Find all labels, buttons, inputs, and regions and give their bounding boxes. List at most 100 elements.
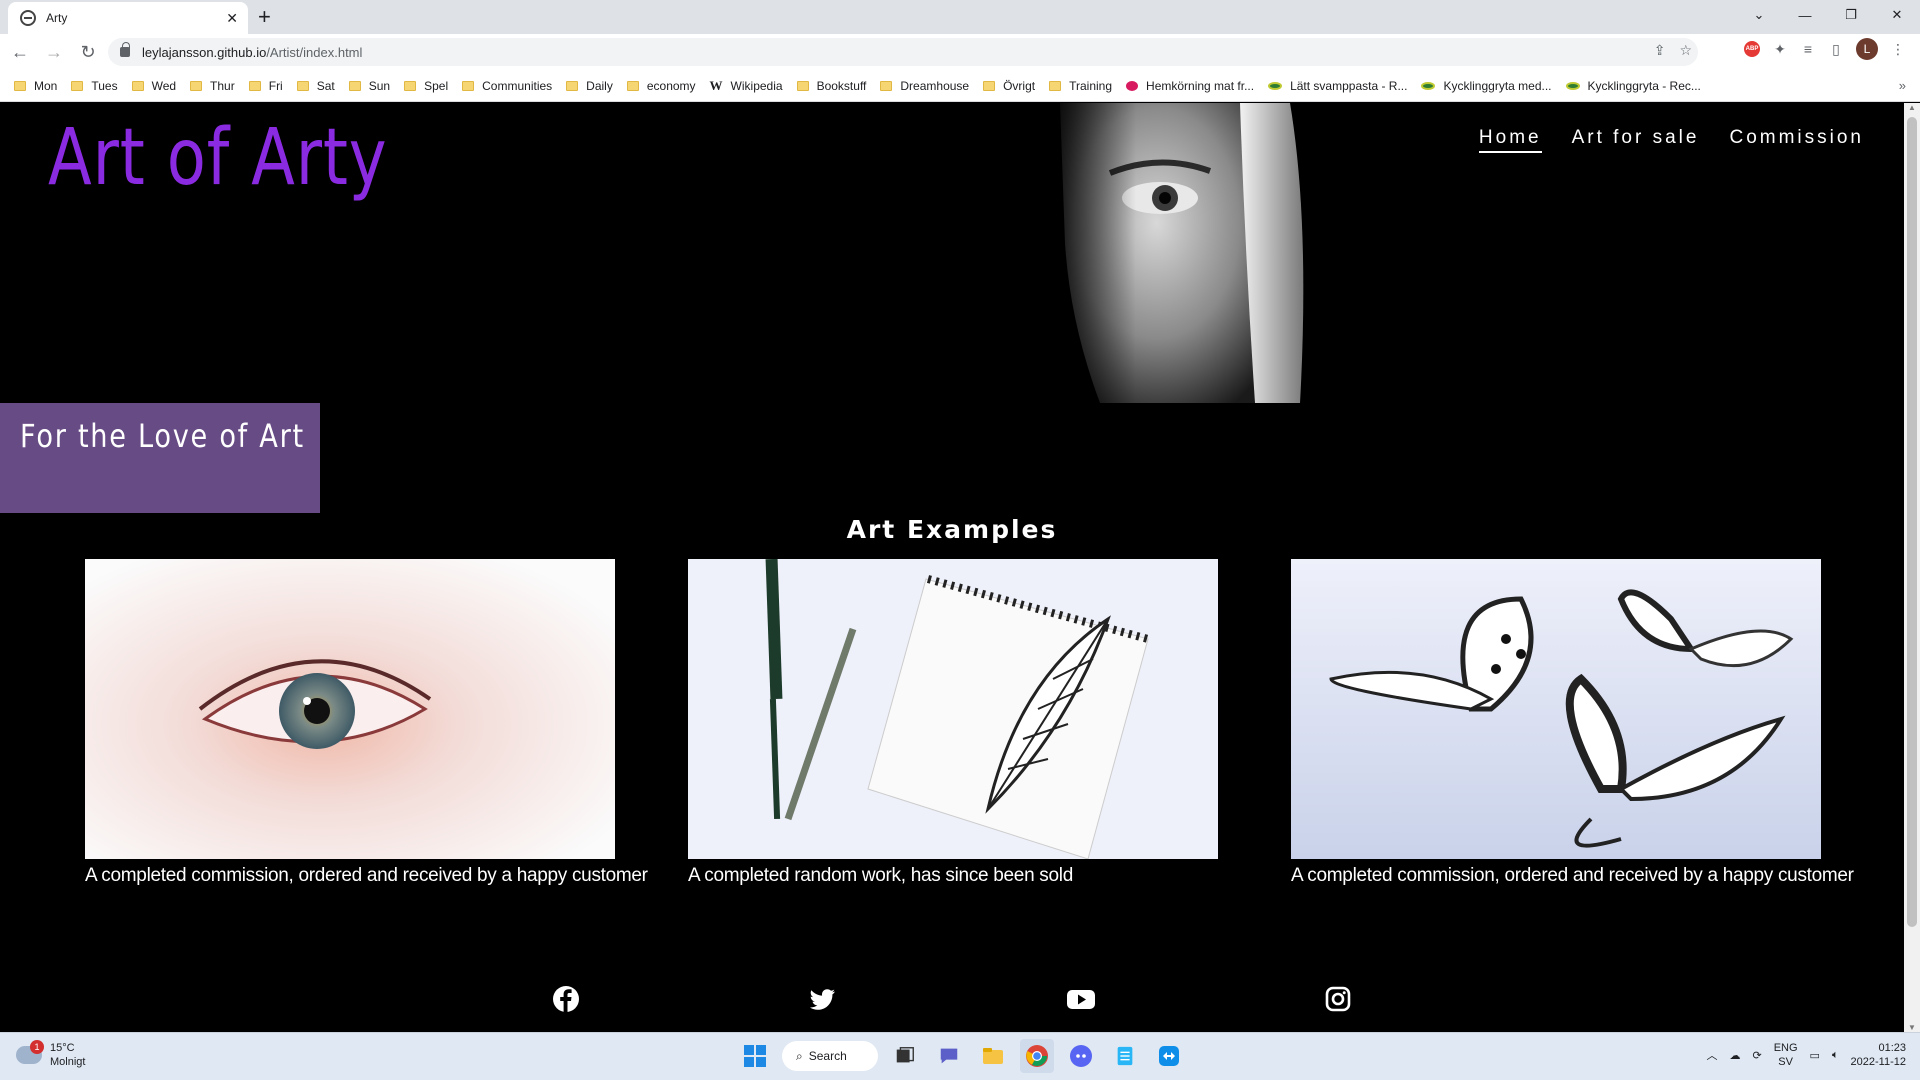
- youtube-icon[interactable]: [1067, 986, 1095, 1012]
- task-view-icon[interactable]: [888, 1039, 922, 1073]
- new-tab-button[interactable]: +: [258, 4, 271, 30]
- scroll-thumb[interactable]: [1907, 117, 1917, 927]
- volume-icon[interactable]: 🔈︎: [1832, 1049, 1839, 1062]
- bookmark-item[interactable]: Dreamhouse: [880, 79, 969, 93]
- feather-sketch-image: [688, 559, 1218, 859]
- discord-icon[interactable]: [1064, 1039, 1098, 1073]
- network-icon[interactable]: ▭: [1810, 1049, 1820, 1062]
- folder-icon: [190, 80, 203, 91]
- facebook-icon[interactable]: [553, 986, 579, 1012]
- windows-start-icon[interactable]: [738, 1039, 772, 1073]
- bookmark-item[interactable]: Thur: [190, 79, 235, 93]
- minimize-button[interactable]: —: [1782, 0, 1828, 30]
- scroll-up-arrow-icon[interactable]: ▲: [1908, 103, 1916, 112]
- bookmark-label: Thur: [210, 78, 235, 93]
- bookmark-item[interactable]: Tues: [71, 78, 118, 93]
- butterflies-image: [1291, 559, 1821, 859]
- extensions-puzzle-icon[interactable]: ✦: [1772, 41, 1788, 57]
- address-bar-actions: ⇪ ☆: [1654, 42, 1692, 59]
- extension-area: ABP ✦ ≡ ▯ L ⋮: [1744, 38, 1906, 60]
- close-window-button[interactable]: ✕: [1874, 0, 1920, 30]
- instagram-icon[interactable]: [1325, 986, 1351, 1012]
- show-hidden-icons-chevron-icon[interactable]: ︿: [1706, 1047, 1717, 1063]
- close-tab-icon[interactable]: ✕: [226, 10, 238, 27]
- media-queue-icon[interactable]: ≡: [1800, 41, 1816, 57]
- bookmark-item[interactable]: Sun: [348, 79, 390, 93]
- bookmark-item[interactable]: Kycklinggryta - Rec...: [1565, 79, 1701, 93]
- taskbar-apps: ⌕ Search: [738, 1039, 1186, 1073]
- weather-temp: 15°C: [50, 1042, 75, 1054]
- clock[interactable]: 01:23 2022-11-12: [1851, 1041, 1906, 1069]
- back-button[interactable]: ←: [6, 38, 34, 66]
- folder-icon: [1049, 80, 1062, 91]
- profile-avatar[interactable]: L: [1856, 38, 1878, 60]
- bookmark-item[interactable]: Communities: [462, 79, 552, 93]
- art-card: A completed random work, has since been …: [688, 559, 1228, 887]
- bookmark-label: Fri: [268, 78, 283, 93]
- bookmark-item[interactable]: Fri: [248, 78, 283, 93]
- folder-icon: [14, 80, 26, 91]
- bookmark-item[interactable]: Training: [1049, 79, 1112, 93]
- bookmark-star-icon[interactable]: ☆: [1679, 42, 1692, 59]
- chrome-icon[interactable]: [1020, 1039, 1054, 1073]
- bookmark-item[interactable]: Mon: [14, 79, 57, 93]
- folder-icon: [880, 80, 893, 91]
- share-icon[interactable]: ⇪: [1654, 42, 1666, 59]
- site-logo[interactable]: Art of Arty: [48, 113, 387, 203]
- language-indicator[interactable]: ENG SV: [1774, 1041, 1798, 1069]
- nav-home[interactable]: Home: [1478, 127, 1542, 153]
- onedrive-cloud-icon[interactable]: ☁: [1729, 1049, 1740, 1062]
- card-caption: A completed commission, ordered and rece…: [85, 865, 648, 886]
- twitter-icon[interactable]: [809, 986, 836, 1012]
- teamviewer-icon[interactable]: [1152, 1039, 1186, 1073]
- forward-button[interactable]: →: [40, 38, 68, 66]
- card-caption: A completed commission, ordered and rece…: [1291, 865, 1854, 886]
- notepad-icon[interactable]: [1108, 1039, 1142, 1073]
- folder-icon: [71, 80, 84, 91]
- wikipedia-icon: W: [709, 77, 723, 93]
- taskbar-search[interactable]: ⌕ Search: [782, 1041, 878, 1071]
- bookmark-item[interactable]: Sat: [296, 79, 335, 93]
- bookmark-item[interactable]: W Wikipedia: [710, 78, 783, 94]
- lock-icon: [120, 42, 130, 57]
- scroll-down-arrow-icon[interactable]: ▼: [1908, 1023, 1916, 1032]
- file-explorer-icon[interactable]: [976, 1039, 1010, 1073]
- bookmark-item[interactable]: Hemkörning mat fr...: [1126, 79, 1254, 93]
- bookmark-item[interactable]: Wed: [131, 79, 176, 93]
- social-links: [0, 986, 1904, 1026]
- page-scrollbar[interactable]: ▲ ▼: [1904, 103, 1920, 1032]
- nav-art-for-sale[interactable]: Art for sale: [1572, 127, 1700, 153]
- weather-widget[interactable]: 1 15°C Molnigt: [16, 1040, 85, 1069]
- reload-button[interactable]: ↻: [74, 38, 102, 66]
- card-caption: A completed random work, has since been …: [688, 865, 1073, 886]
- site-nav: Home Art for sale Commission: [1478, 127, 1864, 153]
- bookmark-item[interactable]: Bookstuff: [796, 78, 867, 93]
- hero-face-image: [1040, 103, 1360, 403]
- bookmark-label: Bookstuff: [816, 78, 867, 93]
- restore-button[interactable]: ❐: [1828, 0, 1874, 30]
- bookmark-item[interactable]: Lätt svamppasta - R...: [1268, 79, 1407, 93]
- recipe-site-icon: [1565, 81, 1580, 90]
- browser-tab[interactable]: Arty ✕: [8, 2, 248, 34]
- bookmark-item[interactable]: Kycklinggryta med...: [1421, 79, 1552, 93]
- bookmarks-overflow-icon[interactable]: »: [1899, 78, 1906, 93]
- nav-commission[interactable]: Commission: [1729, 127, 1864, 153]
- art-card: A completed commission, ordered and rece…: [1291, 559, 1854, 887]
- side-panel-icon[interactable]: ▯: [1828, 41, 1844, 57]
- tagline-box: For the Love of Art: [0, 403, 320, 513]
- bookmark-item[interactable]: Spel: [404, 79, 448, 93]
- bookmark-item[interactable]: Daily: [566, 79, 613, 93]
- tab-search-icon[interactable]: ⌄: [1736, 0, 1782, 30]
- menu-kebab-icon[interactable]: ⋮: [1890, 41, 1906, 57]
- address-bar[interactable]: leylajansson.github.io /Artist/index.htm…: [108, 38, 1698, 66]
- teams-chat-icon[interactable]: [932, 1039, 966, 1073]
- bookmark-label: Tues: [91, 78, 118, 93]
- folder-icon: [296, 80, 309, 91]
- bookmark-label: Wikipedia: [730, 78, 783, 93]
- browser-tab-strip: Arty ✕ + ⌄ — ❐ ✕: [0, 0, 1920, 34]
- bookmark-item[interactable]: economy: [626, 79, 696, 93]
- sync-icon[interactable]: ⟳: [1752, 1049, 1761, 1062]
- recipe-site-icon: [1268, 81, 1283, 90]
- bookmark-item[interactable]: Övrigt: [983, 79, 1035, 93]
- adblock-icon[interactable]: ABP: [1744, 41, 1760, 57]
